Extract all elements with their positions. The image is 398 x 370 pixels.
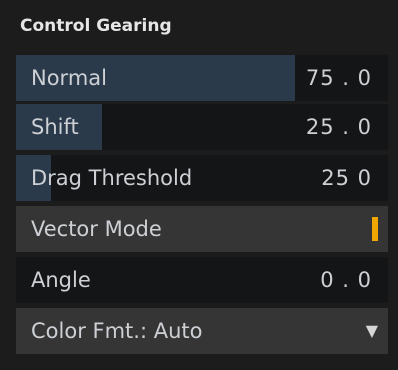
vector-mode-label: Vector Mode	[31, 217, 162, 241]
normal-slider[interactable]: Normal 75 . 0	[16, 55, 388, 101]
drag-threshold-slider[interactable]: Drag Threshold 25 0	[16, 155, 388, 201]
angle-label: Angle	[31, 268, 91, 292]
drag-threshold-value: 25 0	[321, 166, 372, 190]
shift-value: 25 . 0	[305, 115, 372, 139]
angle-field[interactable]: Angle 0 . 0	[16, 257, 388, 303]
angle-value: 0 . 0	[320, 268, 372, 292]
color-format-dropdown[interactable]: Color Fmt.: Auto ▼	[16, 308, 388, 354]
drag-threshold-label: Drag Threshold	[31, 166, 193, 190]
control-gearing-panel: Control Gearing Normal 75 . 0 Shift 25 .…	[0, 0, 398, 370]
chevron-down-icon: ▼	[365, 321, 378, 340]
toggle-indicator-icon	[372, 217, 378, 241]
normal-label: Normal	[31, 66, 107, 90]
vector-mode-toggle[interactable]: Vector Mode	[16, 206, 388, 252]
shift-label: Shift	[31, 115, 79, 139]
normal-value: 75 . 0	[305, 66, 372, 90]
shift-slider[interactable]: Shift 25 . 0	[16, 104, 388, 150]
color-format-label: Color Fmt.: Auto	[31, 319, 203, 343]
panel-title: Control Gearing	[20, 16, 172, 36]
